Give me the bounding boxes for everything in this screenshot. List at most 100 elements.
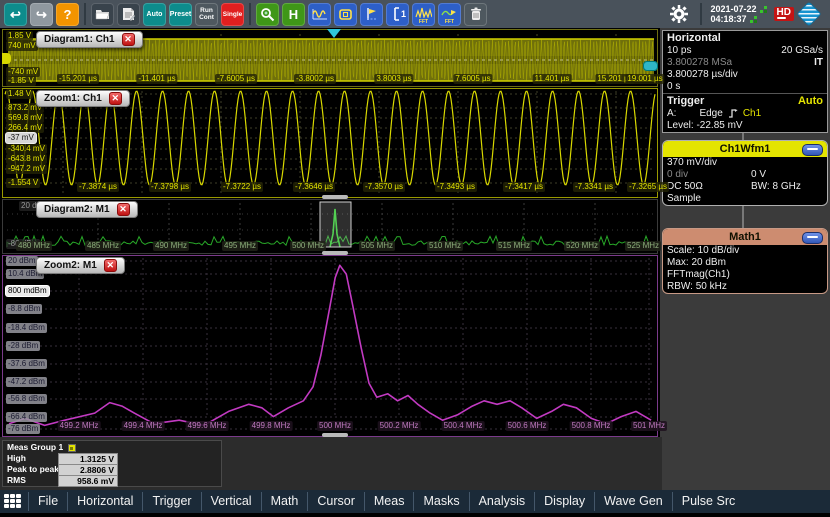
zoom1-y-label: 266.4 mV [6, 123, 45, 133]
math1-signal-box: Math1 Scale: 10 dB/div Max: 20 dBm FFTma… [662, 228, 828, 294]
single-button[interactable]: Single [221, 2, 244, 26]
menu-item-vertical[interactable]: Vertical [200, 492, 261, 511]
zoom-tool-button[interactable] [256, 2, 279, 26]
diagram1-x-label: 3.8003 µs [374, 74, 414, 84]
zoom1-y-label: 569.8 mV [6, 113, 45, 123]
menu-item-display[interactable]: Display [534, 492, 594, 511]
math1-header[interactable]: Math1 [663, 229, 827, 245]
math1-expression-row: FFTmag(Ch1) [667, 269, 730, 280]
menu-item-analysis[interactable]: Analysis [468, 492, 535, 511]
rohde-schwarz-logo-icon [797, 2, 821, 26]
meas-label: High [7, 453, 26, 463]
settings-button[interactable] [668, 3, 691, 26]
menu-item-masks[interactable]: Masks [413, 492, 468, 511]
zoom2-y-label: -8.8 dBm [6, 304, 43, 314]
menu-item-trigger[interactable]: Trigger [142, 492, 200, 511]
zoom-window-drag-handle[interactable] [322, 251, 348, 255]
zoom2-y-label: -18.4 dBm [6, 323, 47, 333]
zoom2-y-label: -28 dBm [6, 341, 41, 351]
zoom2-y-label: 20 dBm [6, 256, 38, 266]
redo-button[interactable]: ↪ [30, 2, 53, 26]
preset-button[interactable]: Preset [169, 2, 192, 26]
toolbar-separator [249, 3, 251, 25]
toolbar-separator [699, 3, 702, 25]
close-icon[interactable]: ✕ [116, 203, 130, 216]
fft-arrow-icon [441, 9, 456, 15]
ch1-level-marker[interactable] [2, 53, 11, 64]
horizontal-section-title[interactable]: Horizontal [663, 31, 827, 45]
menu-item-file[interactable]: File [28, 492, 67, 511]
ch1-offset-row: 0 div 0 V [667, 169, 767, 180]
cursor-button[interactable]: 1 [386, 2, 409, 26]
zoom-window-drag-handle[interactable] [322, 195, 348, 199]
datetime-display: 2021-07-22 04:18:37 [711, 4, 767, 24]
zoom2-plot[interactable]: Zoom2: M1 ✕ 20 dBm 10.4 dBm 800 mdBm -8.8 d… [2, 255, 668, 437]
zoom2-y-label: -66.4 dBm [6, 412, 47, 422]
zoom-window-drag-handle[interactable] [322, 433, 348, 437]
zoom2-tab[interactable]: Zoom2: M1 ✕ [36, 257, 125, 274]
diagram2-x-label: 490 MHz [152, 241, 190, 251]
math1-max-row: Max: 20 dBm [667, 257, 726, 268]
report-button[interactable] [117, 2, 140, 26]
folder-icon [95, 10, 110, 20]
document-icon [123, 8, 135, 21]
meas-source-icon [68, 443, 77, 452]
help-button[interactable]: ? [56, 2, 79, 26]
zoom2-y-label: -56.8 dBm [6, 394, 47, 404]
delete-button[interactable] [464, 2, 487, 26]
zoom1-y-label: -37 mV [6, 133, 36, 143]
trigger-level-row: Level: -22.85 mV [667, 120, 743, 131]
zoom1-x-label: -7.3646 µs [293, 182, 335, 192]
menu-item-meas[interactable]: Meas [363, 492, 414, 511]
redo-arrow-icon: ↪ [36, 6, 47, 22]
zoom2-x-label: 499.8 MHz [249, 421, 293, 431]
apps-grid-icon[interactable] [4, 494, 23, 509]
close-icon[interactable]: ✕ [108, 92, 122, 105]
diagram2-tab[interactable]: Diagram2: M1 ✕ [36, 201, 138, 218]
menu-item-horizontal[interactable]: Horizontal [67, 492, 142, 511]
diagram2-x-label: 510 MHz [426, 241, 464, 251]
trigger-section-title[interactable]: Trigger Auto [663, 93, 827, 108]
zoom1-x-label: -7.3874 µs [77, 182, 119, 192]
flag-marker-button[interactable] [360, 2, 383, 26]
waveform-settings-button[interactable] [308, 2, 331, 26]
zoom2-x-label: 501 MHz [630, 421, 668, 431]
close-icon[interactable]: ✕ [103, 259, 117, 272]
diagram1-tab[interactable]: Diagram1: Ch1 ✕ [36, 31, 143, 48]
menu-item-pulse-src[interactable]: Pulse Src [671, 492, 745, 511]
math1-scale-row: Scale: 10 dB/div [667, 245, 740, 256]
meas-row: RMS 958.6 mV [3, 475, 221, 487]
diagram2-x-label: 520 MHz [563, 241, 601, 251]
fft-spectrum-button[interactable]: FFT [412, 2, 435, 26]
file-open-button[interactable] [91, 2, 114, 26]
fft-transform-button[interactable]: FFT [438, 2, 461, 26]
zoom1-x-label: -7.3722 µs [221, 182, 263, 192]
measurement-results-panel[interactable]: Meas Group 1 High 1.3125 V Peak to peak 2.8… [2, 440, 222, 487]
ch1wfm1-header[interactable]: Ch1Wfm1 [663, 141, 827, 157]
close-icon[interactable]: ✕ [121, 33, 135, 46]
ch1wfm1-signal-box: Ch1Wfm1 370 mV/div 0 div 0 V DC 50Ω BW: 8 … [662, 140, 828, 206]
minimize-button[interactable] [802, 144, 823, 156]
menu-item-cursor[interactable]: Cursor [307, 492, 364, 511]
diagram1-x-label: -11.401 µs [136, 74, 178, 84]
question-icon: ? [63, 6, 72, 22]
menu-item-wave-gen[interactable]: Wave Gen [594, 492, 672, 511]
zoom1-x-label: -7.3265 µs [627, 182, 669, 192]
run-cont-button[interactable]: Run Cont [195, 2, 218, 26]
zoom1-tab[interactable]: Zoom1: Ch1 ✕ [36, 90, 130, 107]
zoom1-x-label: -7.3493 µs [435, 182, 477, 192]
menu-item-math[interactable]: Math [260, 492, 308, 511]
zoom1-y-label: -1.554 V [6, 178, 41, 188]
horizontal-menu-button[interactable]: H [282, 2, 305, 26]
trigger-position-marker[interactable] [327, 29, 341, 38]
zoom1-plot[interactable]: Zoom1: Ch1 ✕ 1.48 V 873.2 mV 569.8 mV 266.4… [2, 88, 669, 198]
autoset-button[interactable]: Auto [143, 2, 166, 26]
diagram2-plot[interactable]: Diagram2: M1 ✕ 20 dBm -80 dBm 480 MHz485… [2, 199, 662, 254]
trigger-level-marker[interactable] [643, 61, 658, 71]
screenshot-button[interactable] [334, 2, 357, 26]
zoom2-x-label: 500.6 MHz [505, 421, 549, 431]
undo-button[interactable]: ↩ [4, 2, 27, 26]
minimize-button[interactable] [802, 232, 823, 244]
waveform-icon [311, 9, 327, 20]
zoom2-y-label: -76 dBm [6, 424, 41, 434]
